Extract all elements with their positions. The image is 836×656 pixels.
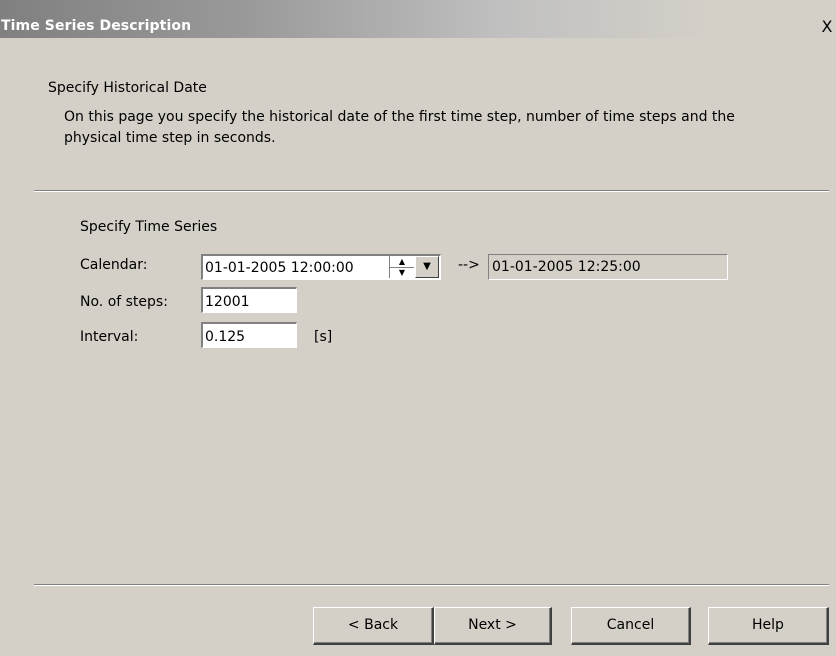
header-divider [34,190,829,192]
cancel-button[interactable]: Cancel [571,607,691,645]
back-button[interactable]: < Back [313,607,434,645]
interval-input[interactable] [201,322,297,348]
calendar-label: Calendar: [80,257,148,273]
interval-unit: [s] [314,329,333,345]
group-title: Specify Time Series [80,219,218,235]
end-date-display: 01-01-2005 12:25:00 [488,254,728,280]
steps-input[interactable] [201,287,297,313]
help-button[interactable]: Help [708,607,829,645]
calendar-dropdown-button[interactable]: ▼ [415,256,439,278]
steps-label: No. of steps: [80,294,168,310]
close-button[interactable]: X [818,18,836,36]
next-button[interactable]: Next > [434,607,552,645]
footer-divider [34,584,829,586]
calendar-value: 01-01-2005 12:00:00 [205,260,354,276]
calendar-spinner[interactable]: ▲ ▼ [389,256,414,278]
interval-label: Interval: [80,329,139,345]
spin-down-icon[interactable]: ▼ [390,267,414,278]
title-bar[interactable]: Time Series Description X [0,0,836,38]
chevron-down-icon: ▼ [423,261,431,272]
close-icon: X [821,17,833,36]
arrow-text: --> [458,257,480,273]
page-description: On this page you specify the historical … [64,109,735,146]
window-title: Time Series Description [1,18,192,34]
page-title: Specify Historical Date [48,80,207,96]
end-date-value: 01-01-2005 12:25:00 [492,259,641,275]
